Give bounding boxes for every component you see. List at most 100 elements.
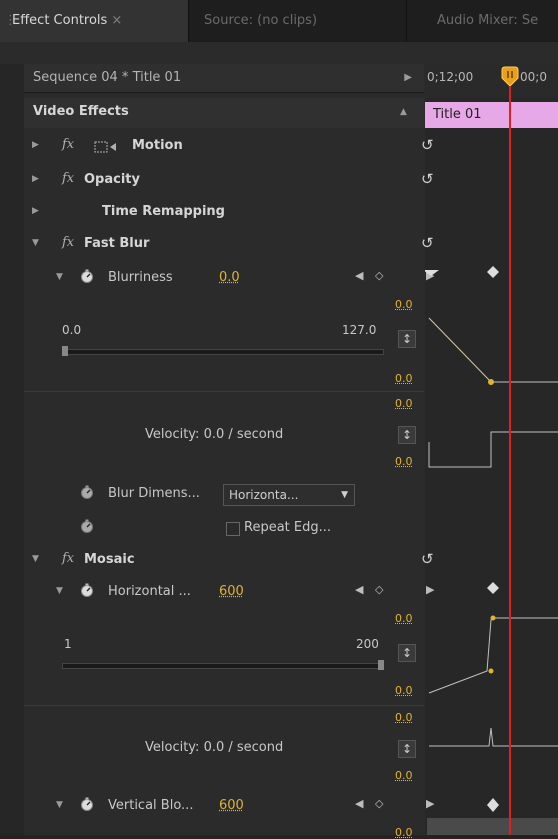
blurriness-slider[interactable] xyxy=(62,349,384,355)
blur-dimension-label: Blur Dimens... xyxy=(108,486,200,501)
repeat-edge-label: Repeat Edg... xyxy=(244,520,332,535)
keyframe-marker-icon[interactable] xyxy=(485,796,501,814)
repeat-edge-checkbox[interactable] xyxy=(226,522,240,536)
collapse-arrow-icon[interactable]: ▼ xyxy=(32,238,39,248)
param-row-horizontal-blocks[interactable]: ▼ Horizontal ... 600 ◀ ◇ ▶ xyxy=(24,578,434,608)
video-effects-header: Video Effects ▲ xyxy=(24,98,424,128)
video-effects-label: Video Effects xyxy=(33,104,129,119)
vertical-blocks-value[interactable]: 600 xyxy=(219,798,244,813)
velocity-curve xyxy=(428,431,558,468)
playhead-line[interactable] xyxy=(509,86,511,835)
tab-divider xyxy=(406,0,407,42)
add-keyframe-icon[interactable]: ◇ xyxy=(375,269,383,282)
tab-audio-mixer[interactable]: Audio Mixer: Se xyxy=(437,0,538,42)
blurriness-value[interactable]: 0.0 xyxy=(219,270,240,285)
timeline-ruler[interactable]: 0;12;00 00;0 xyxy=(425,64,558,99)
graph-scale-icon[interactable]: ↕ xyxy=(398,644,416,662)
effect-row-motion[interactable]: ▶ fx Motion ↺ xyxy=(24,132,434,162)
add-keyframe-icon[interactable]: ◇ xyxy=(375,797,383,810)
motion-transform-icon[interactable] xyxy=(94,140,122,154)
horizontal-blocks-label: Horizontal ... xyxy=(108,584,191,599)
sequence-label: Sequence 04 * Title 01 xyxy=(33,70,182,85)
expand-arrow-icon[interactable]: ▶ xyxy=(32,140,39,150)
blur-dimension-dropdown[interactable]: Horizonta... ▼ xyxy=(223,484,355,506)
value-curve xyxy=(428,317,492,383)
fx-icon[interactable]: fx xyxy=(62,235,74,250)
keyframe-marker-icon xyxy=(487,266,499,278)
horizontal-velocity-text: Velocity: 0.0 / second xyxy=(145,740,284,755)
keyframe-point xyxy=(488,668,494,674)
tab-audio-mixer-label: Audio Mixer: Se xyxy=(437,13,539,28)
prev-keyframe-icon[interactable]: ◀ xyxy=(355,583,363,596)
stopwatch-icon[interactable] xyxy=(80,583,94,597)
param-row-vertical-blocks[interactable]: ▼ Vertical Blo... 600 ◀ ◇ ▶ xyxy=(24,792,434,822)
horizontal-slider-handle[interactable] xyxy=(378,660,384,670)
blurriness-range-max: 127.0 xyxy=(342,323,377,337)
blurriness-velocity-bottom: 0.0 xyxy=(395,455,413,468)
blurriness-velocity-text: Velocity: 0.0 / second xyxy=(145,427,284,442)
panel-grip-icon[interactable]: ⋮ xyxy=(4,0,17,42)
velocity-curve xyxy=(429,727,558,747)
horizontal-graph-bottom: 0.0 xyxy=(395,684,413,697)
horizontal-slider[interactable] xyxy=(62,663,384,669)
param-row-repeat-edge[interactable] xyxy=(24,514,424,544)
value-curve xyxy=(428,617,558,694)
timecode-2: 00;0 xyxy=(520,70,547,84)
time-remapping-label: Time Remapping xyxy=(102,204,225,219)
keyframe-point xyxy=(490,615,496,621)
add-keyframe-icon[interactable]: ◇ xyxy=(375,583,383,596)
expand-arrow-icon[interactable]: ▶ xyxy=(32,174,39,184)
reset-icon[interactable]: ↺ xyxy=(421,136,434,154)
divider xyxy=(24,705,424,706)
velocity-scale-icon[interactable]: ↕ xyxy=(398,740,416,758)
collapse-arrow-icon[interactable]: ▼ xyxy=(56,586,63,596)
horizontal-scrollbar[interactable] xyxy=(427,818,558,835)
play-icon[interactable]: ▶ xyxy=(404,64,412,92)
graph-scale-icon[interactable]: ↕ xyxy=(398,330,416,348)
keyframe-marker-icon xyxy=(425,270,439,276)
prev-keyframe-icon[interactable]: ◀ xyxy=(355,269,363,282)
vertical-graph-top: 0.0 xyxy=(395,826,413,839)
stopwatch-icon[interactable] xyxy=(80,797,94,811)
reset-icon[interactable]: ↺ xyxy=(421,170,434,188)
stopwatch-icon[interactable] xyxy=(80,485,94,499)
horizontal-blocks-value[interactable]: 600 xyxy=(219,584,244,599)
tab-source-label: Source: (no clips) xyxy=(204,13,318,28)
param-row-blurriness[interactable]: ▼ Blurriness 0.0 ◀ ◇ ▶ xyxy=(24,264,434,294)
timecode-1: 0;12;00 xyxy=(427,70,474,84)
fx-icon[interactable]: fx xyxy=(62,137,74,152)
collapse-up-icon[interactable]: ▲ xyxy=(400,107,407,117)
chevron-down-icon: ▼ xyxy=(341,490,348,500)
expand-arrow-icon[interactable]: ▶ xyxy=(32,206,39,216)
clip-bar[interactable]: Title 01 xyxy=(425,102,558,128)
blurriness-keyframe-graph[interactable] xyxy=(425,262,558,477)
opacity-label: Opacity xyxy=(84,172,140,187)
effect-row-fast-blur[interactable]: ▼ fx Fast Blur ↺ xyxy=(24,230,434,260)
stopwatch-icon[interactable] xyxy=(80,269,94,283)
horizontal-range-max: 200 xyxy=(356,637,379,651)
fx-icon[interactable]: fx xyxy=(62,551,74,566)
horizontal-range-min: 1 xyxy=(64,637,72,651)
reset-icon[interactable]: ↺ xyxy=(421,234,434,252)
prev-keyframe-icon[interactable]: ◀ xyxy=(355,797,363,810)
collapse-arrow-icon[interactable]: ▼ xyxy=(56,800,63,810)
stopwatch-icon[interactable] xyxy=(80,519,94,533)
blurriness-graph-top: 0.0 xyxy=(395,298,413,311)
next-keyframe-icon[interactable]: ▶ xyxy=(426,797,434,810)
horizontal-keyframe-graph[interactable] xyxy=(425,578,558,778)
collapse-arrow-icon[interactable]: ▼ xyxy=(32,554,39,564)
reset-icon[interactable]: ↺ xyxy=(421,550,434,568)
tab-effect-controls[interactable]: ⋮Effect Controls × xyxy=(0,0,189,42)
left-gutter xyxy=(0,64,24,835)
collapse-arrow-icon[interactable]: ▼ xyxy=(56,272,63,282)
blurriness-slider-handle[interactable] xyxy=(62,346,68,356)
sequence-bar[interactable]: Sequence 04 * Title 01 ▶ xyxy=(24,64,424,93)
tab-source[interactable]: Source: (no clips) xyxy=(204,0,317,42)
close-tab-icon[interactable]: × xyxy=(111,13,122,28)
effect-row-mosaic[interactable]: ▼ fx Mosaic ↺ xyxy=(24,546,434,576)
vertical-blocks-label: Vertical Blo... xyxy=(108,798,194,813)
effect-row-opacity[interactable]: ▶ fx Opacity ↺ xyxy=(24,166,434,196)
fx-icon[interactable]: fx xyxy=(62,171,74,186)
velocity-scale-icon[interactable]: ↕ xyxy=(398,426,416,444)
effect-row-time-remapping[interactable]: ▶ Time Remapping xyxy=(24,198,424,228)
